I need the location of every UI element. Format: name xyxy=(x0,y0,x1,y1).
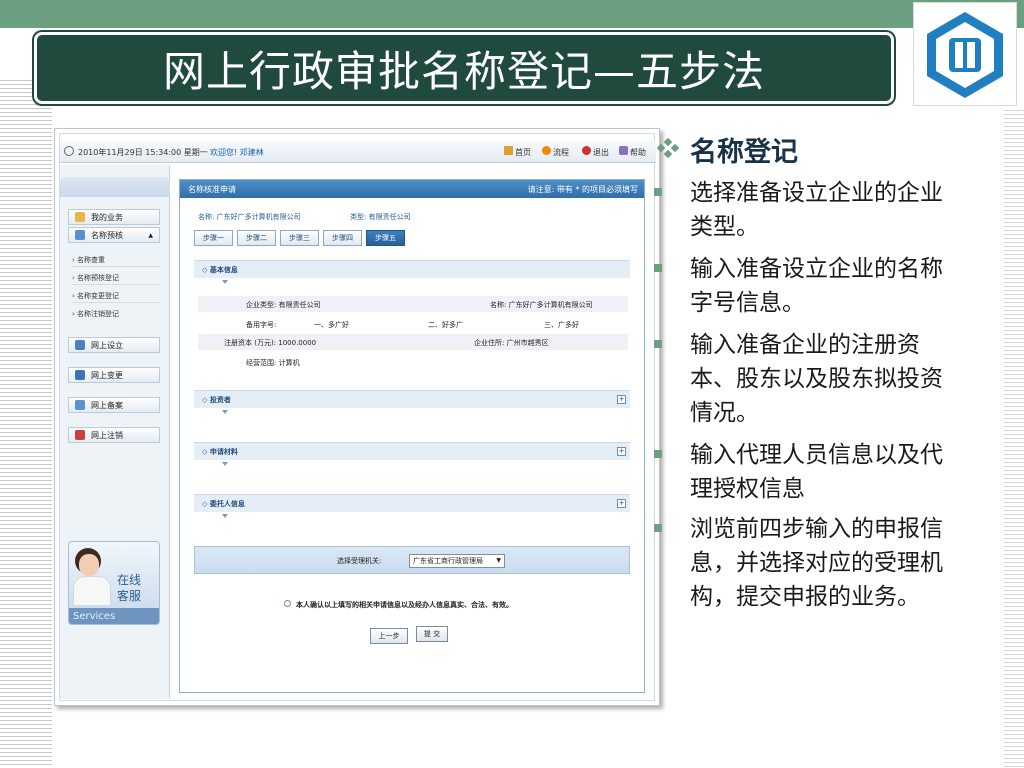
subitem-name-change-reg[interactable]: › 名称变更登记 xyxy=(72,291,119,301)
confirm-checkbox[interactable] xyxy=(284,600,291,607)
collapse-arrow-icon: ▲ xyxy=(148,231,153,239)
nav-logout[interactable]: 退出 xyxy=(593,147,609,158)
bullet-2: 输入准备设立企业的名称字号信息。 xyxy=(690,256,943,316)
logout-icon xyxy=(582,146,591,155)
sidebar-item-online-change[interactable]: 网上变更 xyxy=(68,367,160,383)
sidebar-item-my-business[interactable]: 我的业务 xyxy=(68,209,160,225)
chevron-down-icon: ▼ xyxy=(496,557,501,564)
expand-icon[interactable]: + xyxy=(617,447,626,456)
business-scope: 经营范围: 计算机 xyxy=(246,359,300,367)
section-basic-info[interactable]: ◇ 基本信息 xyxy=(194,260,630,278)
subitem-name-check[interactable]: › 名称查重 xyxy=(72,255,105,265)
slide-title: 网上行政审批名称登记—五步法 xyxy=(162,46,765,96)
expand-icon[interactable]: + xyxy=(617,395,626,404)
tab-step-4[interactable]: 步骤四 xyxy=(323,230,362,246)
bullet-square-icon xyxy=(654,450,662,458)
company-type-label: 类型: 有限责任公司 xyxy=(350,213,411,221)
person-icon xyxy=(75,230,85,240)
sidebar-item-online-cancel[interactable]: 网上注销 xyxy=(68,427,160,443)
required-note: 请注意: 带有 * 的项目必须填写 xyxy=(527,185,638,194)
agent-avatar xyxy=(73,576,111,606)
top-band xyxy=(0,0,1024,28)
subitem-name-precheck-reg[interactable]: › 名称预核登记 xyxy=(72,273,119,283)
bullet-square-icon xyxy=(654,524,662,532)
table-row: 企业类型: 有限责任公司 名称: 广东好广多计算机有限公司 xyxy=(198,296,628,312)
bullet-5: 浏览前四步输入的申报信息，并选择对应的受理机构，提交申报的业务。 xyxy=(690,516,943,610)
bullet-1: 选择准备设立企业的企业类型。 xyxy=(690,180,943,240)
welcome-text: 欢迎您! 邓建林 xyxy=(210,148,264,157)
edit-icon xyxy=(75,370,85,380)
sidebar-item-name-precheck[interactable]: 名称预核 ▲ xyxy=(68,227,160,243)
section-agent-info[interactable]: ◇ 委托人信息 + xyxy=(194,494,630,512)
expand-icon[interactable]: + xyxy=(617,499,626,508)
datetime: 2010年11月29日 15:34:00 星期一 xyxy=(78,148,208,157)
nav-home[interactable]: 首页 xyxy=(515,147,531,158)
sidebar: 我的业务 名称预核 ▲ › 名称查重 › 名称预核登记 › 名称变更登记 › 名… xyxy=(60,165,170,699)
subitem-name-cancel-reg[interactable]: › 名称注销登记 xyxy=(72,309,119,319)
user-icon xyxy=(75,212,85,222)
tab-step-2[interactable]: 步骤二 xyxy=(237,230,276,246)
tab-step-5[interactable]: 步骤五 xyxy=(366,230,405,246)
bullet-square-icon xyxy=(654,188,662,196)
app-screenshot: 2010年11月29日 15:34:00 星期一 欢迎您! 邓建林 首页 流程 … xyxy=(54,128,660,706)
authority-label: 选择受理机关: xyxy=(337,557,382,565)
prev-step-button[interactable]: 上一步 xyxy=(370,628,408,644)
bullet-square-icon xyxy=(654,340,662,348)
bullet-4: 输入代理人员信息以及代理授权信息 xyxy=(690,442,943,502)
help-icon xyxy=(619,146,628,155)
right-stripes xyxy=(1004,110,1024,768)
authority-select-bar: 选择受理机关: 广东省工商行政管理局 ▼ xyxy=(194,546,630,574)
authority-select[interactable]: 广东省工商行政管理局 ▼ xyxy=(409,554,505,568)
left-stripes xyxy=(0,80,52,768)
clock-icon xyxy=(64,146,74,156)
tab-step-1[interactable]: 步骤一 xyxy=(194,230,233,246)
app-top-bar: 2010年11月29日 15:34:00 星期一 欢迎您! 邓建林 首页 流程 … xyxy=(60,141,656,163)
setup-icon xyxy=(75,340,85,350)
tab-step-3[interactable]: 步骤三 xyxy=(280,230,319,246)
nav-help[interactable]: 帮助 xyxy=(630,147,646,158)
logo xyxy=(913,2,1017,106)
online-service-banner[interactable]: 在线 客服 Services xyxy=(68,541,160,625)
company-name-label: 名称: 广东好广多计算机有限公司 xyxy=(198,213,301,221)
section-materials[interactable]: ◇ 申请材料 + xyxy=(194,442,630,460)
nav-flow[interactable]: 流程 xyxy=(553,147,569,158)
slide-title-box: 网上行政审批名称登记—五步法 xyxy=(34,32,894,104)
bullet-3: 输入准备企业的注册资本、股东以及股东拟投资情况。 xyxy=(690,332,943,426)
bullet-square-icon xyxy=(654,264,662,272)
section-investors[interactable]: ◇ 投资者 + xyxy=(194,390,630,408)
home-icon xyxy=(504,146,513,155)
panel-header: 名称核准申请 请注意: 带有 * 的项目必须填写 xyxy=(180,180,644,198)
confirm-text: 本人确认以上填写的相关申请信息以及经办人信息真实、合法、有效。 xyxy=(296,601,513,609)
record-icon xyxy=(75,400,85,410)
panel-title: 名称核准申请 xyxy=(188,185,236,194)
sidebar-item-online-setup[interactable]: 网上设立 xyxy=(68,337,160,353)
cancel-icon xyxy=(75,430,85,440)
submit-button[interactable]: 提 交 xyxy=(416,626,448,642)
application-panel: 名称核准申请 请注意: 带有 * 的项目必须填写 名称: 广东好广多计算机有限公… xyxy=(179,179,645,693)
alt-name-label: 备用字号: xyxy=(246,321,277,329)
diamond-bullet-icon xyxy=(656,138,680,158)
logo-icon xyxy=(927,12,1003,98)
section-heading: 名称登记 xyxy=(690,137,798,168)
sidebar-item-online-record[interactable]: 网上备案 xyxy=(68,397,160,413)
flow-icon xyxy=(542,146,551,155)
step-tabs: 步骤一 步骤二 步骤三 步骤四 步骤五 xyxy=(194,230,405,246)
table-row: 注册资本 (万元): 1000.0000 企业住所: 广州市越秀区 xyxy=(198,334,628,350)
